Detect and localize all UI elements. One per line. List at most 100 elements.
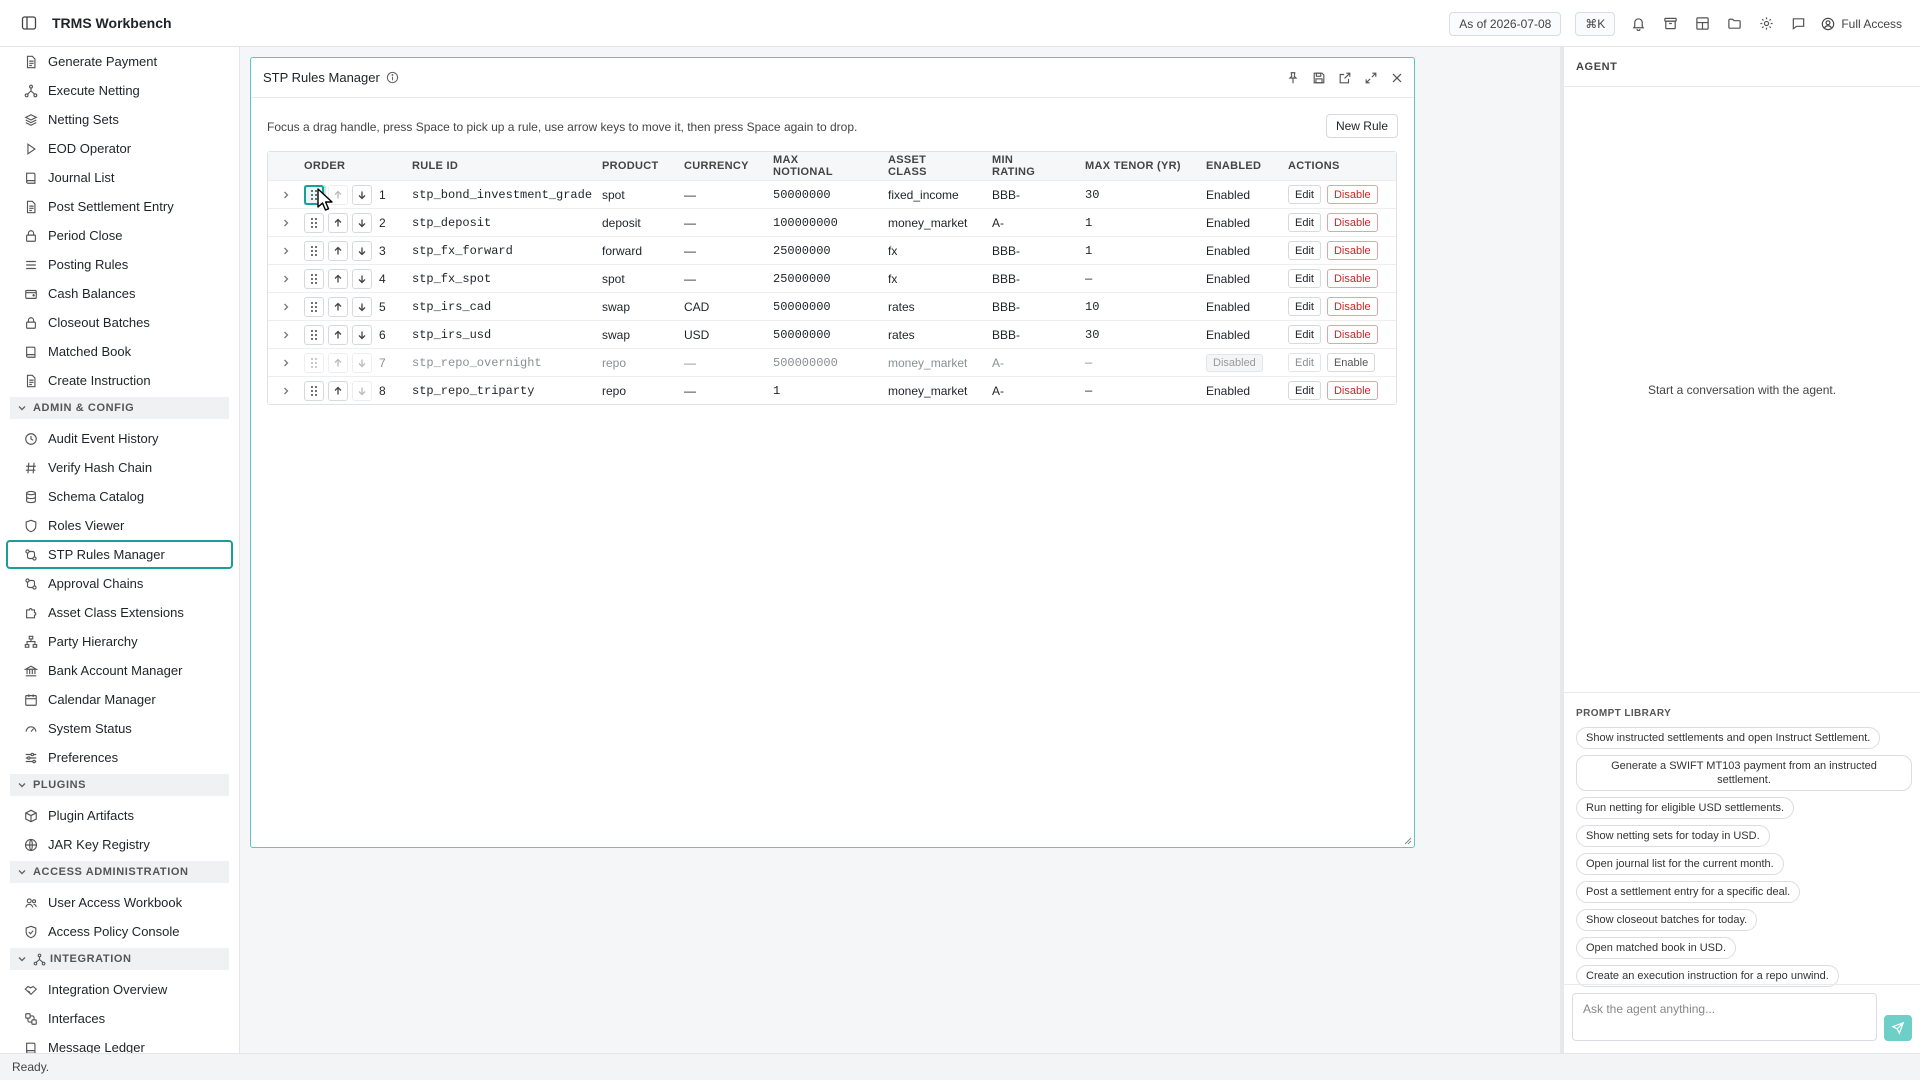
- external-link-icon[interactable]: [1338, 71, 1352, 85]
- sidebar-item-create-instruction[interactable]: Create Instruction: [6, 366, 233, 395]
- sidebar-item-execute-netting[interactable]: Execute Netting: [6, 76, 233, 105]
- disable-button[interactable]: Disable: [1326, 325, 1378, 344]
- expand-row-button[interactable]: [268, 274, 304, 284]
- prompt-chip[interactable]: Open matched book in USD.: [1576, 937, 1737, 959]
- disable-button[interactable]: Disable: [1326, 241, 1378, 260]
- disable-button[interactable]: Disable: [1326, 185, 1378, 204]
- archive-icon[interactable]: [1661, 15, 1679, 33]
- sidebar-item-closeout-batches[interactable]: Closeout Batches: [6, 308, 233, 337]
- expand-row-button[interactable]: [268, 386, 304, 396]
- move-up-button[interactable]: [328, 184, 348, 205]
- sidebar-item-access-policy-console[interactable]: Access Policy Console: [6, 917, 233, 946]
- sidebar-item-asset-class-extensions[interactable]: Asset Class Extensions: [6, 598, 233, 627]
- prompt-chip[interactable]: Show netting sets for today in USD.: [1576, 825, 1770, 847]
- sidebar-item-roles-viewer[interactable]: Roles Viewer: [6, 511, 233, 540]
- move-up-button[interactable]: [328, 240, 348, 261]
- disable-button[interactable]: Disable: [1326, 269, 1378, 288]
- resize-handle-icon[interactable]: [1404, 837, 1412, 845]
- sidebar-item-party-hierarchy[interactable]: Party Hierarchy: [6, 627, 233, 656]
- move-up-button[interactable]: [328, 268, 348, 289]
- section-admin-config[interactable]: ADMIN & CONFIG: [10, 397, 229, 419]
- layout-icon[interactable]: [1693, 15, 1711, 33]
- expand-row-button[interactable]: [268, 302, 304, 312]
- sidebar-item-eod-operator[interactable]: EOD Operator: [6, 134, 233, 163]
- section-integration[interactable]: INTEGRATION: [10, 948, 229, 970]
- sidebar-item-journal-list[interactable]: Journal List: [6, 163, 233, 192]
- sidebar-item-cash-balances[interactable]: Cash Balances: [6, 279, 233, 308]
- expand-row-button[interactable]: [268, 246, 304, 256]
- access-level[interactable]: Full Access: [1821, 17, 1902, 31]
- chat-icon[interactable]: [1789, 15, 1807, 33]
- move-up-button[interactable]: [328, 352, 348, 373]
- agent-input[interactable]: [1572, 993, 1877, 1041]
- drag-handle[interactable]: [304, 212, 324, 233]
- edit-button[interactable]: Edit: [1288, 269, 1321, 288]
- new-rule-button[interactable]: New Rule: [1325, 114, 1398, 138]
- edit-button[interactable]: Edit: [1288, 213, 1321, 232]
- prompt-chip[interactable]: Run netting for eligible USD settlements…: [1576, 797, 1795, 819]
- folder-icon[interactable]: [1725, 15, 1743, 33]
- sidebar-item-approval-chains[interactable]: Approval Chains: [6, 569, 233, 598]
- move-up-button[interactable]: [328, 212, 348, 233]
- sidebar-toggle-icon[interactable]: [18, 12, 40, 34]
- move-up-button[interactable]: [328, 296, 348, 317]
- sidebar-item-netting-sets[interactable]: Netting Sets: [6, 105, 233, 134]
- move-down-button[interactable]: [352, 268, 372, 289]
- section-plugins[interactable]: PLUGINS: [10, 774, 229, 796]
- expand-row-button[interactable]: [268, 218, 304, 228]
- sidebar-item-bank-account-manager[interactable]: Bank Account Manager: [6, 656, 233, 685]
- sidebar-item-system-status[interactable]: System Status: [6, 714, 233, 743]
- sidebar-item-schema-catalog[interactable]: Schema Catalog: [6, 482, 233, 511]
- drag-handle[interactable]: [304, 184, 324, 205]
- sidebar-item-period-close[interactable]: Period Close: [6, 221, 233, 250]
- section-access-administration[interactable]: ACCESS ADMINISTRATION: [10, 861, 229, 883]
- pin-icon[interactable]: [1286, 71, 1300, 85]
- sidebar-item-calendar-manager[interactable]: Calendar Manager: [6, 685, 233, 714]
- disable-button[interactable]: Disable: [1326, 381, 1378, 400]
- edit-button[interactable]: Edit: [1288, 325, 1321, 344]
- sidebar-item-integration-overview[interactable]: Integration Overview: [6, 975, 233, 1004]
- move-down-button[interactable]: [352, 296, 372, 317]
- command-palette-button[interactable]: ⌘K: [1575, 11, 1616, 36]
- sidebar-item-plugin-artifacts[interactable]: Plugin Artifacts: [6, 801, 233, 830]
- sidebar-item-message-ledger[interactable]: Message Ledger: [6, 1033, 233, 1053]
- edit-button[interactable]: Edit: [1288, 381, 1321, 400]
- expand-row-button[interactable]: [268, 330, 304, 340]
- edit-button[interactable]: Edit: [1288, 185, 1321, 204]
- sidebar-item-post-settlement-entry[interactable]: Post Settlement Entry: [6, 192, 233, 221]
- drag-handle[interactable]: [304, 296, 324, 317]
- move-down-button[interactable]: [352, 324, 372, 345]
- prompt-chip[interactable]: Post a settlement entry for a specific d…: [1576, 881, 1801, 903]
- expand-row-button[interactable]: [268, 190, 304, 200]
- prompt-chip[interactable]: Show closeout batches for today.: [1576, 909, 1758, 931]
- prompt-chip[interactable]: Open journal list for the current month.: [1576, 853, 1784, 875]
- sidebar-item-interfaces[interactable]: Interfaces: [6, 1004, 233, 1033]
- sidebar-item-user-access-workbook[interactable]: User Access Workbook: [6, 888, 233, 917]
- bell-icon[interactable]: [1629, 15, 1647, 33]
- drag-handle[interactable]: [304, 352, 324, 373]
- prompt-chip[interactable]: Show instructed settlements and open Ins…: [1576, 727, 1881, 749]
- move-up-button[interactable]: [328, 324, 348, 345]
- drag-handle[interactable]: [304, 380, 324, 401]
- close-icon[interactable]: [1390, 71, 1404, 85]
- sidebar-item-audit-event-history[interactable]: Audit Event History: [6, 424, 233, 453]
- gear-icon[interactable]: [1757, 15, 1775, 33]
- drag-handle[interactable]: [304, 324, 324, 345]
- sidebar-item-generate-payment[interactable]: Generate Payment: [6, 47, 233, 76]
- move-down-button[interactable]: [352, 212, 372, 233]
- drag-handle[interactable]: [304, 268, 324, 289]
- move-down-button[interactable]: [352, 380, 372, 401]
- sidebar-item-jar-key-registry[interactable]: JAR Key Registry: [6, 830, 233, 859]
- disable-button[interactable]: Disable: [1326, 213, 1378, 232]
- info-icon[interactable]: [386, 71, 399, 84]
- sidebar-item-preferences[interactable]: Preferences: [6, 743, 233, 772]
- send-button[interactable]: [1884, 1015, 1912, 1041]
- prompt-chip[interactable]: Generate a SWIFT MT103 payment from an i…: [1576, 755, 1912, 791]
- move-down-button[interactable]: [352, 184, 372, 205]
- sidebar-item-verify-hash-chain[interactable]: Verify Hash Chain: [6, 453, 233, 482]
- move-up-button[interactable]: [328, 380, 348, 401]
- drag-handle[interactable]: [304, 240, 324, 261]
- save-icon[interactable]: [1312, 71, 1326, 85]
- as-of-date[interactable]: As of 2026-07-08: [1449, 11, 1562, 36]
- sidebar-item-matched-book[interactable]: Matched Book: [6, 337, 233, 366]
